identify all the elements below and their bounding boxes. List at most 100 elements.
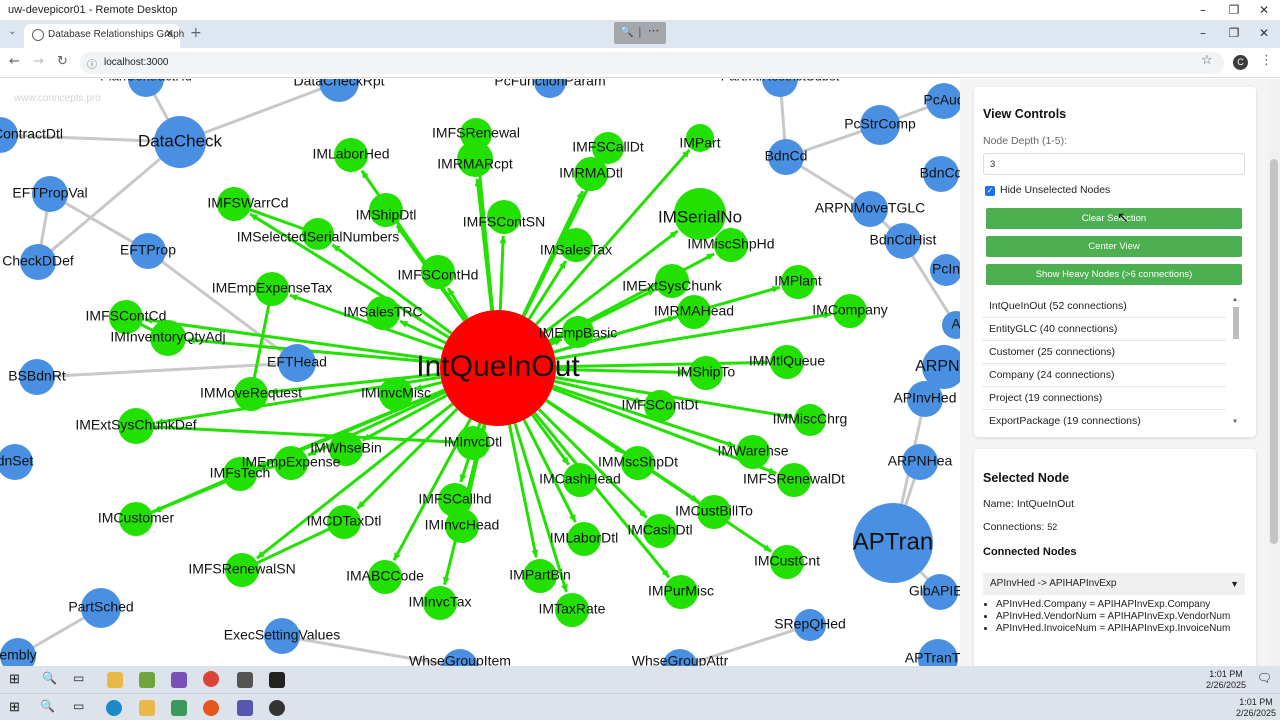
remote-desktop-title: uw-devepicor01 - Remote Desktop	[8, 4, 178, 16]
depth-label: Node Depth (1-5):	[983, 135, 1068, 147]
list-item[interactable]: Company (24 connections)	[982, 364, 1226, 387]
node-label: GlbAPIET	[909, 583, 960, 599]
node-label: IMCDTaxDtl	[307, 513, 382, 529]
task-view-icon[interactable]: ▭	[73, 699, 84, 713]
scroll-down-icon[interactable]: ▼	[1232, 419, 1238, 425]
node-label: EFTHead	[267, 354, 327, 370]
new-tab-button[interactable]: +	[190, 25, 202, 41]
app-icon[interactable]	[269, 700, 285, 716]
list-item[interactable]: EntityGLC (40 connections)	[982, 318, 1226, 341]
node-label: dnSet	[0, 453, 33, 469]
app-icon[interactable]	[139, 672, 155, 688]
connections-label: Connections:	[983, 521, 1045, 533]
node-label: IMLaborHed	[312, 146, 389, 162]
edge-arrow	[499, 235, 507, 244]
list-item[interactable]: Customer (25 connections)	[982, 341, 1226, 364]
more-icon[interactable]: ⋯	[648, 24, 659, 37]
windows-start-icon[interactable]: ⊞	[9, 699, 20, 715]
relation-details: APInvHed.Company = APIHAPInvExp.Company …	[996, 599, 1246, 635]
show-heavy-nodes-button[interactable]: Show Heavy Nodes (>6 connections)	[986, 264, 1242, 285]
address-bar[interactable]: ⓘ localhost:3000	[80, 52, 1224, 74]
node-label: IMFSContCd	[86, 308, 167, 324]
list-item[interactable]: ExportPackage (19 connections)	[982, 410, 1226, 431]
browser-close-icon[interactable]: ✕	[1248, 23, 1280, 44]
node-label: BdnCdHist	[870, 232, 937, 248]
clear-selection-button[interactable]: Clear Selection	[986, 208, 1242, 229]
visual-studio-icon[interactable]	[171, 672, 187, 688]
scroll-up-icon[interactable]: ▲	[1232, 297, 1238, 303]
connected-node-dropdown[interactable]: APInvHed -> APIHAPInvExp ▼	[983, 573, 1245, 595]
back-icon[interactable]: ←	[9, 54, 20, 69]
node-label: IMFSCallhd	[418, 491, 491, 507]
depth-input[interactable]	[983, 153, 1245, 175]
node-label: A	[951, 316, 960, 332]
minimize-button[interactable]: –	[1187, 0, 1219, 21]
list-scrollbar[interactable]: ▲ ▼	[1231, 297, 1240, 428]
list-item[interactable]: IntQueInOut (52 connections)	[982, 295, 1226, 318]
node-label: IMWarehse	[717, 443, 788, 459]
node-label: IMPartBin	[509, 567, 570, 583]
search-icon[interactable]: 🔍	[40, 699, 55, 713]
node-label: APTran	[853, 528, 933, 555]
connected-nodes-title: Connected Nodes	[983, 546, 1077, 558]
heavy-nodes-list[interactable]: IntQueInOut (52 connections) EntityGLC (…	[982, 295, 1240, 431]
node-label: IMFSWarrCd	[207, 195, 288, 211]
node-label: IMFSRenewalDt	[743, 471, 845, 487]
reload-icon[interactable]: ↻	[57, 54, 68, 69]
file-explorer-icon[interactable]	[107, 672, 123, 688]
graph-edge	[552, 384, 736, 448]
teams-icon[interactable]	[237, 700, 253, 716]
search-icon[interactable]: 🔍	[42, 671, 57, 685]
browser-menu-icon[interactable]: ⋮	[1260, 53, 1273, 68]
zoom-icon[interactable]: 🔍	[620, 25, 634, 38]
restore-button[interactable]: ❐	[1218, 0, 1250, 21]
task-view-icon[interactable]: ▭	[73, 671, 84, 685]
list-item[interactable]: Project (19 connections)	[982, 387, 1226, 410]
node-label: PartMtlRestrictSubst	[721, 79, 840, 83]
center-view-button[interactable]: Center View	[986, 236, 1242, 257]
browser-tab[interactable]: Database Relationships Graph ✕	[24, 24, 184, 48]
node-label: IMInvcMisc	[361, 385, 431, 401]
edge-icon[interactable]	[106, 700, 122, 716]
app-icon[interactable]	[203, 700, 219, 716]
node-name-row: Name: IntQueInOut	[983, 498, 1074, 510]
remote-desktop-connection-bar[interactable]: 🔍 | ⋯	[614, 22, 666, 44]
graph-edge	[498, 235, 505, 311]
clock-time: 1:01 PM	[1209, 669, 1243, 679]
node-label: IMPurMisc	[648, 583, 714, 599]
browser-minimize-icon[interactable]: –	[1187, 23, 1219, 44]
panel-scrollbar[interactable]	[1268, 79, 1280, 666]
relationship-graph[interactable]: PlanContractHd DataCheckRpt PcFunctionPara…	[0, 79, 960, 666]
close-tab-icon[interactable]: ✕	[165, 27, 174, 40]
graph-canvas[interactable]: www.conncepts.pro PlanContractHd DataChec…	[0, 79, 960, 666]
node-label: IMSalesTRC	[343, 304, 422, 320]
bookmark-star-icon[interactable]: ☆	[1201, 53, 1213, 68]
watermark: www.conncepts.pro	[14, 93, 101, 104]
tab-list-icon[interactable]: ⌄	[8, 26, 16, 37]
windows-start-icon[interactable]: ⊞	[9, 671, 20, 687]
node-label: APInvHed	[893, 390, 956, 406]
app-icon[interactable]	[237, 672, 253, 688]
chrome-icon[interactable]	[203, 671, 219, 687]
site-info-icon[interactable]: ⓘ	[87, 56, 97, 71]
terminal-icon[interactable]	[269, 672, 285, 688]
node-label: IMFSRenewal	[432, 125, 520, 141]
node-label: IMCashHead	[539, 471, 621, 487]
node-label: IMMiscChrg	[773, 411, 848, 427]
app-icon[interactable]	[171, 700, 187, 716]
profile-avatar[interactable]: C	[1233, 55, 1248, 70]
node-label: PlanContractHd	[100, 79, 192, 83]
file-explorer-icon[interactable]	[139, 700, 155, 716]
node-label: IMFSContDt	[621, 397, 698, 413]
notification-icon[interactable]: 🗨	[1257, 671, 1272, 685]
node-name: IntQueInOut	[1016, 498, 1075, 510]
node-label: PcStrComp	[844, 116, 916, 132]
node-label: IMLaborDtl	[550, 530, 618, 546]
hide-unselected-checkbox[interactable]: ✓	[985, 186, 995, 196]
node-label: IMMiscShpHd	[687, 236, 774, 252]
browser-restore-icon[interactable]: ❐	[1218, 23, 1250, 44]
node-label: SRepQHed	[774, 616, 846, 632]
close-button[interactable]: ✕	[1248, 0, 1280, 21]
node-label: IMInvcHead	[425, 517, 500, 533]
forward-icon[interactable]: →	[33, 54, 44, 69]
